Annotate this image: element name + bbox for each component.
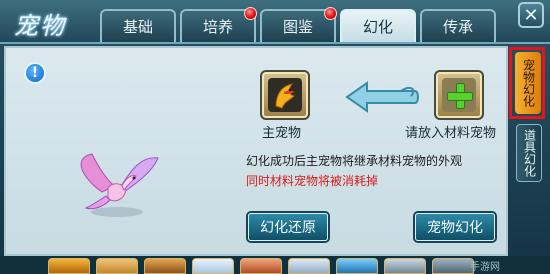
transform-warning: 同时材料宠物将被消耗掉 <box>246 174 379 188</box>
watermark: 手游网 <box>470 262 500 273</box>
header-bar: 宠物 基础 培养 图鉴 幻化 传承 ✕ <box>0 0 550 44</box>
pet-list-item[interactable] <box>288 258 330 274</box>
pet-list-item[interactable] <box>336 258 378 274</box>
pet-list-item[interactable] <box>192 258 234 274</box>
notification-badge <box>244 7 257 20</box>
window-logo: 宠物 <box>14 12 66 40</box>
tab-label: 图鉴 <box>282 18 313 36</box>
tab-inherit[interactable]: 传承 <box>420 9 496 42</box>
pet-list-item[interactable] <box>144 258 186 274</box>
pet-list-item[interactable] <box>240 258 282 274</box>
tab-transform[interactable]: 幻化 <box>340 9 416 42</box>
tab-basic[interactable]: 基础 <box>100 9 176 42</box>
notification-badge <box>324 7 337 20</box>
tab-label: 基础 <box>122 18 153 36</box>
tab-bar: 基础 培养 图鉴 幻化 传承 <box>100 7 496 44</box>
restore-button[interactable]: 幻化还原 <box>248 213 328 241</box>
side-tab-label: 宠物幻化 <box>521 59 536 107</box>
transform-description: 幻化成功后主宠物将继承材料宠物的外观 <box>246 154 463 168</box>
side-tab-pet-transform[interactable]: 宠物幻化 <box>515 52 541 114</box>
phoenix-icon <box>275 83 295 109</box>
arrow-left-icon <box>345 81 419 113</box>
pet-preview-icon <box>80 153 159 217</box>
main-pet-slot[interactable] <box>260 70 310 120</box>
pet-list-item[interactable] <box>96 258 138 274</box>
plus-icon <box>442 78 476 112</box>
material-pet-slot[interactable] <box>434 70 484 120</box>
tab-codex[interactable]: 图鉴 <box>260 7 337 42</box>
tab-label: 幻化 <box>362 18 393 36</box>
pet-list-item[interactable] <box>384 258 426 274</box>
info-icon[interactable]: ! <box>24 62 46 84</box>
side-tab-label: 道具幻化 <box>522 129 537 177</box>
pet-list-item[interactable] <box>48 258 90 274</box>
close-button[interactable]: ✕ <box>518 2 544 28</box>
tab-label: 传承 <box>442 18 473 36</box>
side-tab-item-transform[interactable]: 道具幻化 <box>516 124 542 182</box>
transform-button[interactable]: 宠物幻化 <box>415 213 495 241</box>
pet-list-item[interactable] <box>432 258 474 274</box>
tab-train[interactable]: 培养 <box>180 7 257 42</box>
pet-window: 宠物 基础 培养 图鉴 幻化 传承 ✕ ! 主宠物 请放入材料宠物 幻化成功后主… <box>0 0 550 274</box>
tab-label: 培养 <box>202 18 233 36</box>
main-pet-portrait <box>268 78 302 112</box>
close-icon: ✕ <box>523 4 539 26</box>
main-pet-label: 主宠物 <box>262 126 302 141</box>
material-pet-label: 请放入材料宠物 <box>405 126 497 141</box>
